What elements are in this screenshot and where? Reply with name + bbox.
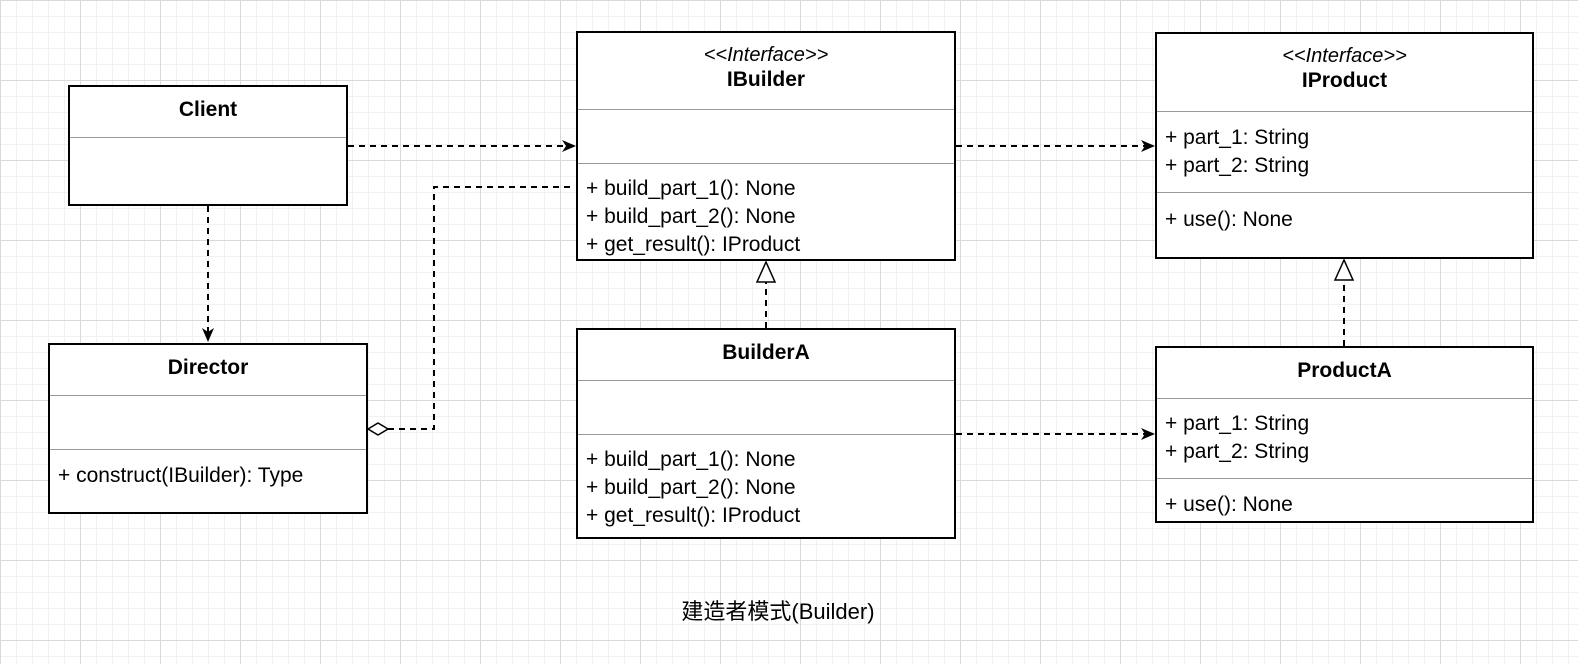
class-iproduct[interactable]: <<Interface>> IProduct + part_1: String …: [1155, 32, 1534, 259]
class-ibuilder[interactable]: <<Interface>> IBuilder + build_part_1():…: [576, 31, 956, 261]
class-name: Client: [178, 98, 238, 121]
method-list: + build_part_1(): None + build_part_2():…: [586, 175, 950, 259]
class-client[interactable]: Client: [68, 85, 348, 206]
methods-divider: [1157, 478, 1532, 479]
method: + get_result(): IProduct: [586, 504, 801, 527]
stereotype-label: <<Interface>>: [1282, 45, 1407, 67]
realization-triangle-icon: [755, 260, 777, 283]
class-buildera[interactable]: BuilderA + build_part_1(): None + build_…: [576, 328, 956, 539]
attributes-divider: [578, 109, 954, 110]
attributes-divider: [50, 395, 366, 396]
class-name: BuilderA: [722, 341, 810, 364]
attributes-divider: [1157, 398, 1532, 399]
attribute: + part_2: String: [1165, 440, 1310, 463]
class-name: IBuilder: [726, 68, 806, 91]
methods-divider: [50, 449, 366, 450]
method: + build_part_2(): None: [586, 476, 796, 499]
attributes-divider: [578, 380, 954, 381]
class-name: Director: [167, 356, 249, 379]
methods-divider: [578, 434, 954, 435]
method: + build_part_1(): None: [586, 448, 796, 471]
method-list: + construct(IBuilder): Type: [58, 462, 362, 490]
realization-triangle-icon: [1333, 258, 1355, 281]
attributes-divider: [70, 137, 346, 138]
class-director[interactable]: Director + construct(IBuilder): Type: [48, 343, 368, 514]
methods-divider: [578, 163, 954, 164]
method: + use(): None: [1165, 208, 1293, 231]
attribute-list: + part_1: String + part_2: String: [1165, 410, 1528, 466]
class-name: IProduct: [1301, 69, 1388, 92]
attribute: + part_2: String: [1165, 154, 1310, 177]
method-list: + build_part_1(): None + build_part_2():…: [586, 446, 950, 530]
method: + use(): None: [1165, 493, 1293, 516]
diagram-caption: 建造者模式(Builder): [681, 599, 875, 624]
stereotype-label: <<Interface>>: [703, 44, 829, 66]
attributes-divider: [1157, 111, 1532, 112]
method-list: + use(): None: [1165, 206, 1528, 234]
attribute: + part_1: String: [1165, 126, 1310, 149]
director-ibuilder-aggregation: [388, 186, 574, 430]
attribute-list: + part_1: String + part_2: String: [1165, 124, 1528, 180]
attribute: + part_1: String: [1165, 412, 1310, 435]
methods-divider: [1157, 192, 1532, 193]
method: + get_result(): IProduct: [586, 233, 801, 256]
method: + build_part_1(): None: [586, 177, 796, 200]
class-name: ProductA: [1297, 359, 1392, 382]
method-list: + use(): None: [1165, 491, 1528, 519]
class-producta[interactable]: ProductA + part_1: String + part_2: Stri…: [1155, 346, 1534, 523]
aggregation-diamond: [366, 422, 390, 436]
method: + build_part_2(): None: [586, 205, 796, 228]
method: + construct(IBuilder): Type: [58, 464, 304, 487]
